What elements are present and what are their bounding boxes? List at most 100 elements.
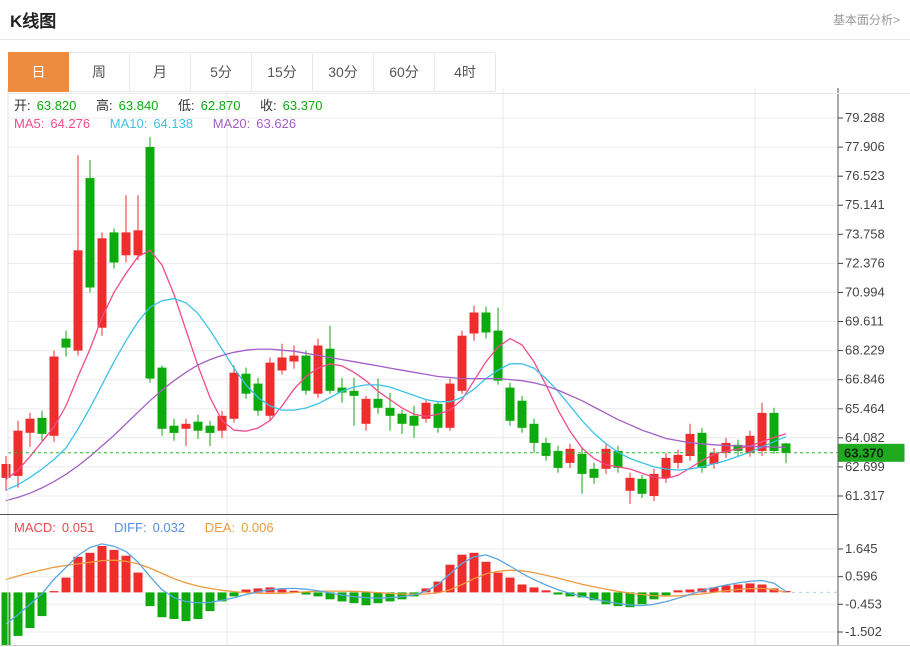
candle-down[interactable] [170,426,179,433]
candle-down[interactable] [350,391,359,396]
candle-down[interactable] [590,469,599,478]
candle-up[interactable] [362,399,371,424]
dea-label: DEA: [205,520,235,535]
macd-bar-positive[interactable] [518,585,527,593]
candle-up[interactable] [134,230,143,255]
macd-bar-positive[interactable] [458,555,467,593]
macd-bar-positive[interactable] [686,590,695,593]
candle-up[interactable] [74,250,83,350]
candle-down[interactable] [374,399,383,408]
candle-up[interactable] [674,455,683,463]
diff-value: 0.032 [153,520,186,535]
tab-15min[interactable]: 15分 [252,52,313,92]
macd-bar-negative[interactable] [194,592,203,619]
candle-down[interactable] [770,413,779,451]
macd-bar-positive[interactable] [50,591,59,592]
candle-down[interactable] [158,368,167,429]
candle-up[interactable] [50,357,59,436]
axis-label: 65.464 [845,401,885,416]
tab-5min[interactable]: 5分 [191,52,252,92]
macd-bar-positive[interactable] [506,578,515,593]
candle-up[interactable] [458,336,467,391]
candle-down[interactable] [326,349,335,391]
macd-bar-negative[interactable] [170,592,179,619]
macd-bar-positive[interactable] [98,546,107,592]
candle-up[interactable] [230,373,239,419]
axis-label: 70.994 [845,285,885,300]
macd-bar-positive[interactable] [734,585,743,593]
candle-down[interactable] [206,426,215,433]
ma10-value: 64.138 [153,116,193,131]
macd-bar-positive[interactable] [674,590,683,592]
candle-down[interactable] [86,178,95,287]
tab-4hour[interactable]: 4时 [435,52,496,92]
candle-down[interactable] [506,388,515,421]
macd-bar-positive[interactable] [434,582,443,593]
axis-label: 1.645 [845,541,878,556]
candle-up[interactable] [278,358,287,371]
macd-bar-negative[interactable] [182,592,191,621]
ma5-line [6,250,786,479]
candle-up[interactable] [446,384,455,428]
candle-down[interactable] [242,374,251,394]
candle-up[interactable] [2,464,11,478]
candle-down[interactable] [638,479,647,494]
candle-down[interactable] [386,408,395,416]
tab-60min[interactable]: 60分 [374,52,435,92]
macd-bar-positive[interactable] [278,590,287,593]
candle-down[interactable] [62,339,71,348]
close-value: 63.370 [283,98,323,113]
macd-bar-positive[interactable] [542,590,551,592]
candle-down[interactable] [194,422,203,431]
macd-bar-negative[interactable] [662,592,671,595]
candle-down[interactable] [578,454,587,474]
macd-bar-negative[interactable] [146,592,155,606]
candle-down[interactable] [518,401,527,428]
candle-up[interactable] [266,363,275,416]
macd-bar-positive[interactable] [86,553,95,593]
candle-up[interactable] [290,356,299,362]
candle-down[interactable] [554,451,563,468]
macd-bar-negative[interactable] [314,592,323,596]
macd-bar-negative[interactable] [554,592,563,594]
macd-bar-negative[interactable] [338,592,347,601]
candle-down[interactable] [398,414,407,424]
candle-down[interactable] [110,232,119,262]
candle-up[interactable] [470,313,479,334]
candle-up[interactable] [566,449,575,463]
candle-up[interactable] [626,478,635,491]
macd-bar-negative[interactable] [26,592,35,628]
ma-legend: MA5:64.276 MA10:64.138 MA20:63.626 [14,116,302,131]
candle-down[interactable] [302,356,311,391]
tab-30min[interactable]: 30分 [313,52,374,92]
candle-up[interactable] [26,419,35,433]
candle-down[interactable] [38,418,47,434]
macd-bar-positive[interactable] [62,578,71,593]
macd-bar-negative[interactable] [158,592,167,617]
candle-up[interactable] [122,232,131,255]
macd-bar-negative[interactable] [2,592,11,645]
macd-bar-positive[interactable] [134,573,143,593]
candle-down[interactable] [782,443,791,453]
tab-month[interactable]: 月 [130,52,191,92]
candle-down[interactable] [410,416,419,426]
macd-bar-negative[interactable] [230,592,239,596]
macd-bar-positive[interactable] [74,557,83,593]
candle-up[interactable] [182,424,191,429]
macd-bar-negative[interactable] [350,592,359,603]
macd-bar-positive[interactable] [746,583,755,592]
candle-up[interactable] [98,238,107,327]
candle-down[interactable] [530,424,539,443]
macd-bar-positive[interactable] [482,562,491,593]
tab-day[interactable]: 日 [8,52,69,92]
candle-down[interactable] [482,313,491,333]
macd-bar-positive[interactable] [110,550,119,593]
candle-down[interactable] [434,404,443,428]
tab-week[interactable]: 周 [69,52,130,92]
candle-down[interactable] [146,147,155,379]
macd-bar-positive[interactable] [494,573,503,593]
candle-down[interactable] [542,443,551,456]
macd-bar-positive[interactable] [530,587,539,592]
macd-value: 0.051 [62,520,95,535]
macd-bar-negative[interactable] [362,592,371,605]
